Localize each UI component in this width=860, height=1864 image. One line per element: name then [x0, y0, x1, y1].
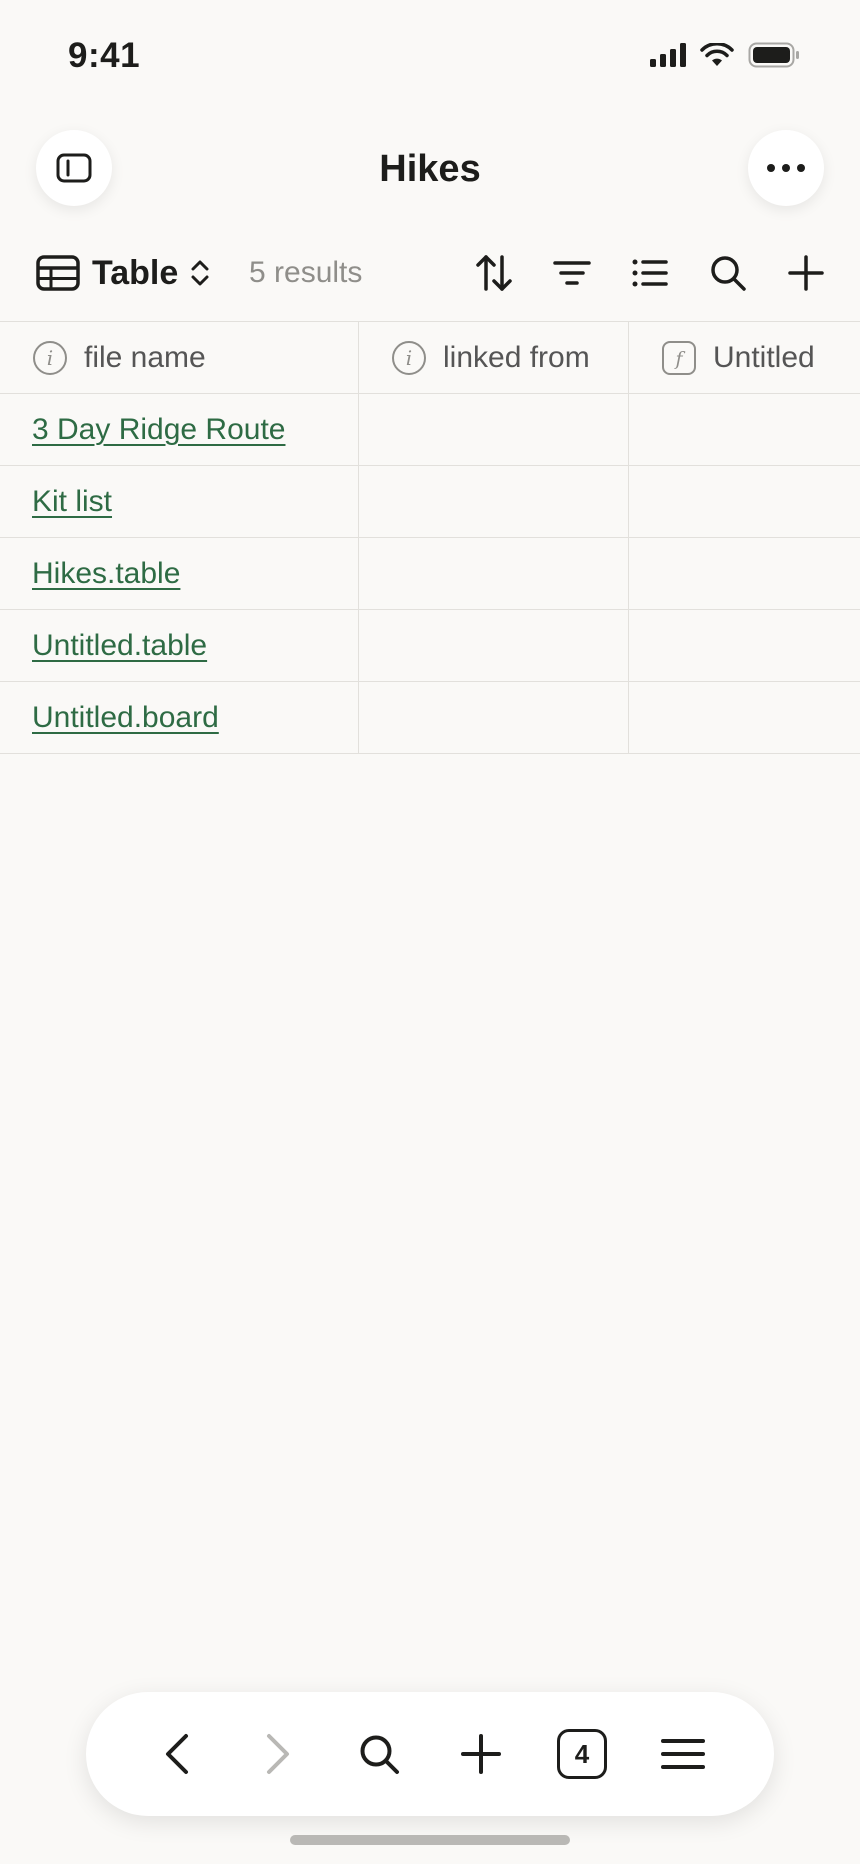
toolbar: Table 5 results [0, 248, 860, 298]
cell-untitled[interactable] [629, 538, 860, 609]
cell-linked-from[interactable] [359, 466, 629, 537]
table-row: Kit list [0, 466, 860, 538]
properties-button[interactable] [628, 251, 672, 295]
column-header-file-name[interactable]: i file name [0, 322, 359, 393]
header: Hikes [0, 130, 860, 210]
ellipsis-icon [767, 164, 805, 172]
battery-icon [748, 42, 799, 68]
column-label: linked from [443, 340, 590, 374]
cellular-signal-icon [650, 43, 686, 67]
page-title: Hikes [379, 148, 481, 190]
cell-file-name: Untitled.board [0, 682, 359, 753]
tabs-button[interactable]: 4 [552, 1724, 612, 1784]
svg-text:i: i [47, 346, 53, 370]
back-button[interactable] [147, 1724, 207, 1784]
new-note-button[interactable] [451, 1724, 511, 1784]
formula-icon: f [661, 340, 697, 376]
table-icon [36, 255, 80, 291]
file-link[interactable]: Untitled.board [32, 701, 219, 735]
wifi-icon [700, 43, 734, 66]
table-header-row: i file name i linked from f Untitled [0, 322, 860, 394]
results-count: 5 results [249, 256, 363, 289]
cell-linked-from[interactable] [359, 682, 629, 753]
more-options-button[interactable] [748, 130, 824, 206]
search-icon [360, 1735, 400, 1774]
file-link[interactable]: Hikes.table [32, 557, 180, 591]
cell-file-name: Hikes.table [0, 538, 359, 609]
chevron-up-down-icon [191, 260, 209, 286]
column-label: file name [84, 340, 206, 374]
filter-icon [553, 261, 591, 285]
column-header-linked-from[interactable]: i linked from [359, 322, 629, 393]
cell-untitled[interactable] [629, 610, 860, 681]
cell-linked-from[interactable] [359, 610, 629, 681]
table-row: Untitled.table [0, 610, 860, 682]
info-icon: i [32, 340, 68, 376]
svg-text:f: f [673, 348, 685, 370]
table-row: Untitled.board [0, 682, 860, 754]
file-link[interactable]: Untitled.table [32, 629, 207, 663]
cell-file-name: 3 Day Ridge Route [0, 394, 359, 465]
data-table: i file name i linked from f Untitled 3 D… [0, 321, 860, 754]
info-icon: i [391, 340, 427, 376]
column-label: Untitled [713, 340, 815, 374]
status-icons [650, 42, 800, 68]
add-button[interactable] [784, 251, 828, 295]
list-icon [632, 259, 668, 287]
sort-icon [476, 255, 512, 291]
forward-button[interactable] [248, 1724, 308, 1784]
file-link[interactable]: Kit list [32, 485, 112, 519]
bottom-navigation-bar: 4 [86, 1692, 774, 1816]
search-button[interactable] [706, 251, 750, 295]
column-header-untitled[interactable]: f Untitled [629, 322, 860, 393]
plus-icon [460, 1734, 501, 1774]
toolbar-actions [472, 248, 828, 298]
home-indicator [290, 1835, 570, 1845]
tab-count-badge: 4 [556, 1729, 607, 1779]
sort-button[interactable] [472, 251, 516, 295]
cell-linked-from[interactable] [359, 394, 629, 465]
chevron-left-icon [165, 1734, 188, 1774]
menu-button[interactable] [653, 1724, 713, 1784]
status-bar: 9:41 [0, 0, 860, 110]
filter-button[interactable] [550, 251, 594, 295]
plus-icon [788, 255, 824, 291]
file-link[interactable]: 3 Day Ridge Route [32, 413, 285, 447]
cell-linked-from[interactable] [359, 538, 629, 609]
cell-file-name: Kit list [0, 466, 359, 537]
view-label: Table [92, 253, 179, 292]
search-button[interactable] [349, 1724, 409, 1784]
table-row: Hikes.table [0, 538, 860, 610]
cell-untitled[interactable] [629, 682, 860, 753]
chevron-right-icon [266, 1734, 289, 1774]
svg-text:i: i [406, 346, 412, 370]
view-switcher[interactable]: Table [36, 248, 210, 298]
status-time: 9:41 [68, 36, 141, 75]
menu-icon [661, 1739, 706, 1769]
cell-untitled[interactable] [629, 466, 860, 537]
table-row: 3 Day Ridge Route [0, 394, 860, 466]
cell-file-name: Untitled.table [0, 610, 359, 681]
cell-untitled[interactable] [629, 394, 860, 465]
search-icon [711, 256, 746, 291]
